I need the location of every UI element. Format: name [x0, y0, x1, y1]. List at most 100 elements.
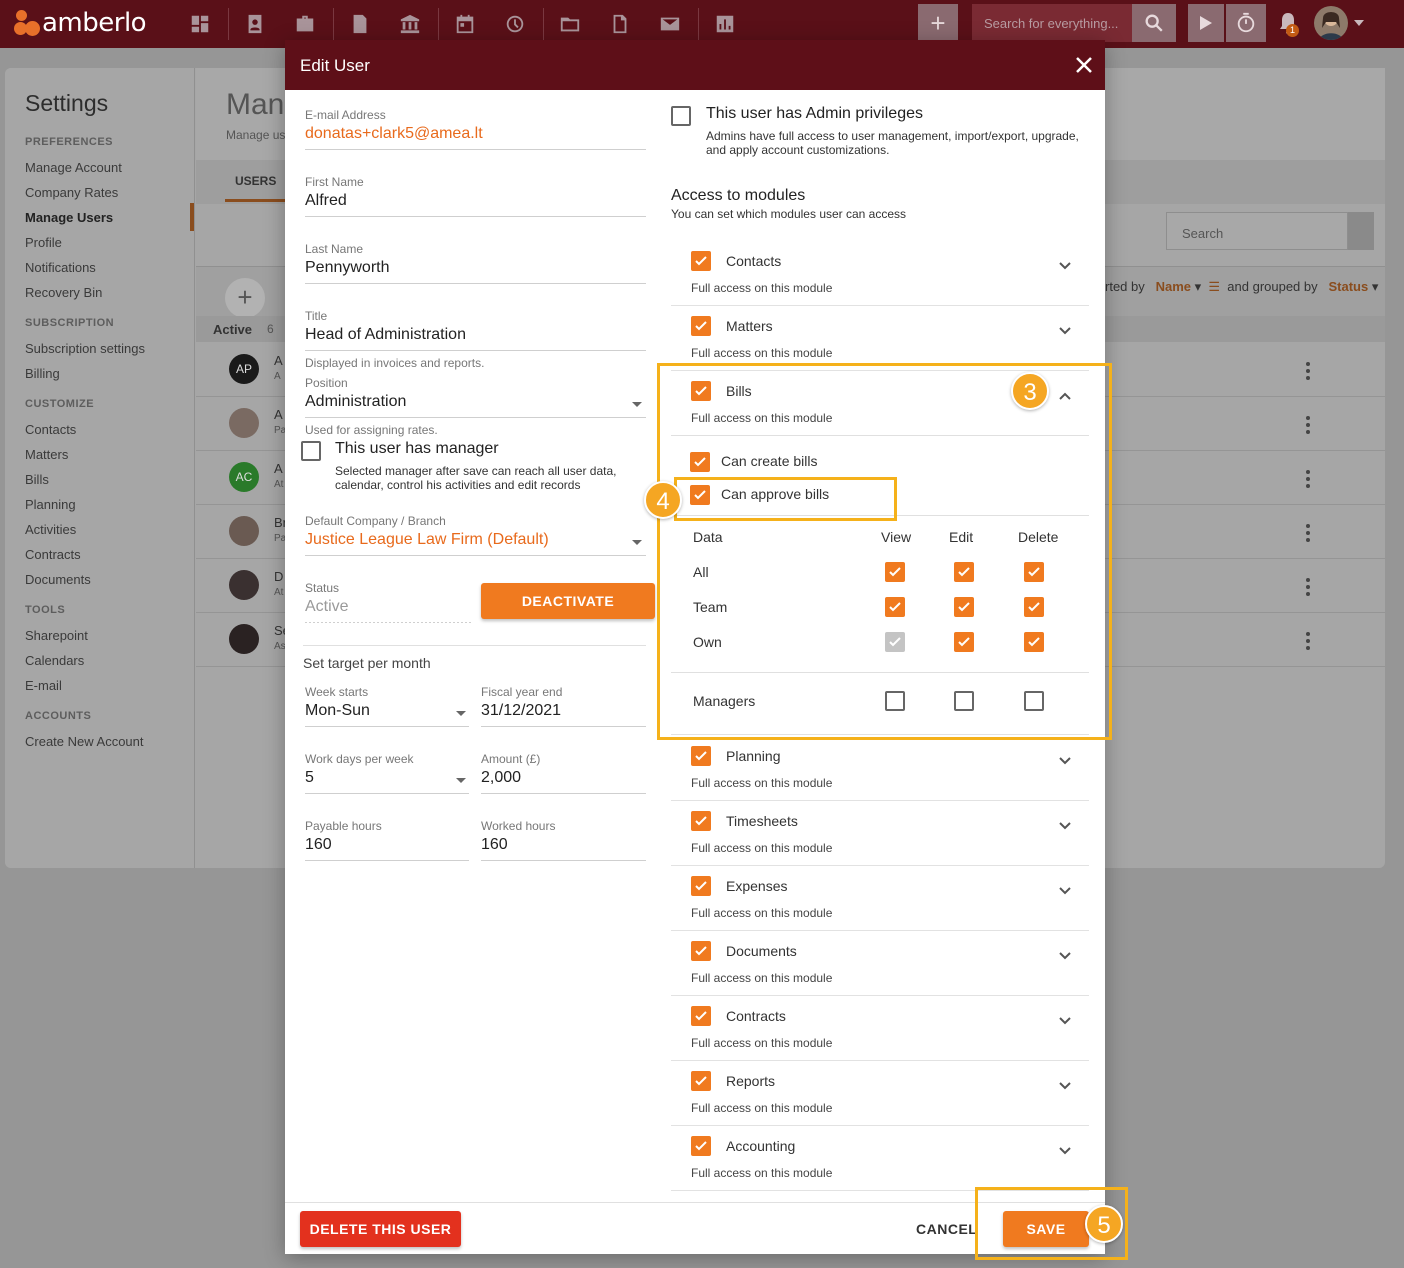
chevron-down-icon[interactable] [1059, 322, 1071, 335]
chevron-down-icon[interactable] [632, 402, 642, 407]
play-timer-button[interactable] [1188, 4, 1224, 42]
chevron-down-icon[interactable] [1059, 882, 1071, 895]
work-days-select[interactable]: Work days per week 5 [305, 752, 469, 794]
bills-icon[interactable] [348, 12, 372, 36]
sidebar-item-profile[interactable]: Profile [25, 235, 62, 250]
work-days-value: 5 [305, 769, 314, 786]
module-description: Full access on this module [691, 346, 833, 360]
contacts-icon[interactable] [243, 12, 267, 36]
amberlo-logo[interactable]: amberlo [14, 8, 147, 38]
module-contracts-checkbox[interactable] [691, 1006, 711, 1026]
chevron-down-icon[interactable] [1059, 752, 1071, 765]
sidebar-item-contracts[interactable]: Contracts [25, 547, 81, 562]
deactivate-button[interactable]: DEACTIVATE [481, 583, 655, 619]
dashboard-icon[interactable] [188, 12, 212, 36]
status-field: Status Active [305, 581, 471, 623]
add-user-button[interactable]: + [225, 278, 265, 318]
module-planning: Planning Full access on this module [671, 736, 1089, 801]
search-button[interactable] [1132, 4, 1176, 42]
chevron-down-icon[interactable] [1059, 1142, 1071, 1155]
calendar-icon[interactable] [453, 12, 477, 36]
chevron-down-icon[interactable] [1354, 20, 1364, 26]
position-select[interactable]: Position Administration Used for assigni… [305, 376, 646, 437]
amount-field[interactable]: Amount (£) 2,000 [481, 752, 646, 794]
sidebar-item-planning[interactable]: Planning [25, 497, 76, 512]
sidebar-item-create-new-account[interactable]: Create New Account [25, 734, 144, 749]
module-description: Full access on this module [691, 1101, 833, 1115]
tab-users[interactable]: USERS [235, 174, 276, 188]
module-accounting-checkbox[interactable] [691, 1136, 711, 1156]
activities-icon[interactable] [503, 12, 527, 36]
sidebar-item-calendars[interactable]: Calendars [25, 653, 84, 668]
sort-order-icon[interactable]: ☰ [1208, 279, 1220, 294]
group-field-select[interactable]: Status [1328, 279, 1368, 294]
documents-icon[interactable] [608, 12, 632, 36]
chevron-down-icon[interactable] [1059, 1077, 1071, 1090]
delete-user-button[interactable]: DELETE THIS USER [300, 1211, 461, 1247]
more-options-icon[interactable] [1306, 524, 1310, 542]
title-field[interactable]: Title Head of Administration Displayed i… [305, 309, 646, 370]
close-icon[interactable] [1073, 54, 1095, 76]
has-manager-checkbox[interactable] [301, 441, 321, 461]
admin-privileges-checkbox[interactable] [671, 106, 691, 126]
sidebar-item-subscription-settings[interactable]: Subscription settings [25, 341, 145, 356]
more-options-icon[interactable] [1306, 632, 1310, 650]
sidebar-item-recovery-bin[interactable]: Recovery Bin [25, 285, 102, 300]
sidebar-item-notifications[interactable]: Notifications [25, 260, 96, 275]
sidebar-item-documents[interactable]: Documents [25, 572, 91, 587]
reports-icon[interactable] [713, 12, 737, 36]
email-field[interactable]: E-mail Address donatas+clark5@amea.lt [305, 108, 646, 150]
user-avatar[interactable] [1314, 6, 1348, 40]
users-search-input[interactable]: Search [1166, 212, 1348, 250]
email-icon[interactable] [658, 12, 682, 36]
more-options-icon[interactable] [1306, 578, 1310, 596]
module-expenses-checkbox[interactable] [691, 876, 711, 896]
bank-icon[interactable] [398, 12, 422, 36]
module-documents-checkbox[interactable] [691, 941, 711, 961]
more-options-icon[interactable] [1306, 416, 1310, 434]
chevron-down-icon[interactable] [456, 778, 466, 783]
module-reports-checkbox[interactable] [691, 1071, 711, 1091]
sidebar-item-contacts[interactable]: Contacts [25, 422, 76, 437]
cancel-button[interactable]: CANCEL [916, 1221, 977, 1237]
payable-hours-field[interactable]: Payable hours 160 [305, 819, 469, 861]
module-timesheets-checkbox[interactable] [691, 811, 711, 831]
more-options-icon[interactable] [1306, 470, 1310, 488]
first-name-field[interactable]: First Name Alfred [305, 175, 646, 217]
worked-hours-field[interactable]: Worked hours 160 [481, 819, 646, 861]
last-name-field[interactable]: Last Name Pennyworth [305, 242, 646, 284]
chevron-down-icon[interactable] [1059, 947, 1071, 960]
sidebar-item-manage-account[interactable]: Manage Account [25, 160, 122, 175]
module-timesheets: Timesheets Full access on this module [671, 801, 1089, 866]
more-options-icon[interactable] [1306, 362, 1310, 380]
module-planning-checkbox[interactable] [691, 746, 711, 766]
chevron-down-icon[interactable] [456, 711, 466, 716]
chevron-down-icon[interactable] [632, 540, 642, 545]
module-contacts-checkbox[interactable] [691, 251, 711, 271]
add-new-button[interactable]: + [918, 4, 958, 42]
chevron-down-icon[interactable] [1059, 817, 1071, 830]
folder-icon[interactable] [558, 12, 582, 36]
module-matters-checkbox[interactable] [691, 316, 711, 336]
sidebar-item-company-rates[interactable]: Company Rates [25, 185, 118, 200]
sort-field-select[interactable]: Name [1156, 279, 1191, 294]
module-name: Accounting [726, 1138, 796, 1154]
sidebar-item-bills[interactable]: Bills [25, 472, 49, 487]
avatar [229, 408, 259, 438]
sidebar-item-billing[interactable]: Billing [25, 366, 60, 381]
global-search-input[interactable]: Search for everything... [972, 4, 1132, 42]
fiscal-year-end-label: Fiscal year end [481, 685, 563, 699]
sidebar-item-manage-users[interactable]: Manage Users [25, 210, 113, 225]
timer-button[interactable] [1226, 4, 1266, 42]
users-search-button[interactable] [1348, 212, 1374, 250]
company-select[interactable]: Default Company / Branch Justice League … [305, 514, 646, 556]
chevron-down-icon[interactable] [1059, 1012, 1071, 1025]
sidebar-item-matters[interactable]: Matters [25, 447, 68, 462]
fiscal-year-end-field[interactable]: Fiscal year end 31/12/2021 [481, 685, 646, 727]
sidebar-item-e-mail[interactable]: E-mail [25, 678, 62, 693]
sidebar-item-activities[interactable]: Activities [25, 522, 76, 537]
chevron-down-icon[interactable] [1059, 257, 1071, 270]
sidebar-item-sharepoint[interactable]: Sharepoint [25, 628, 88, 643]
matters-icon[interactable] [293, 12, 317, 36]
week-starts-select[interactable]: Week starts Mon-Sun [305, 685, 469, 727]
